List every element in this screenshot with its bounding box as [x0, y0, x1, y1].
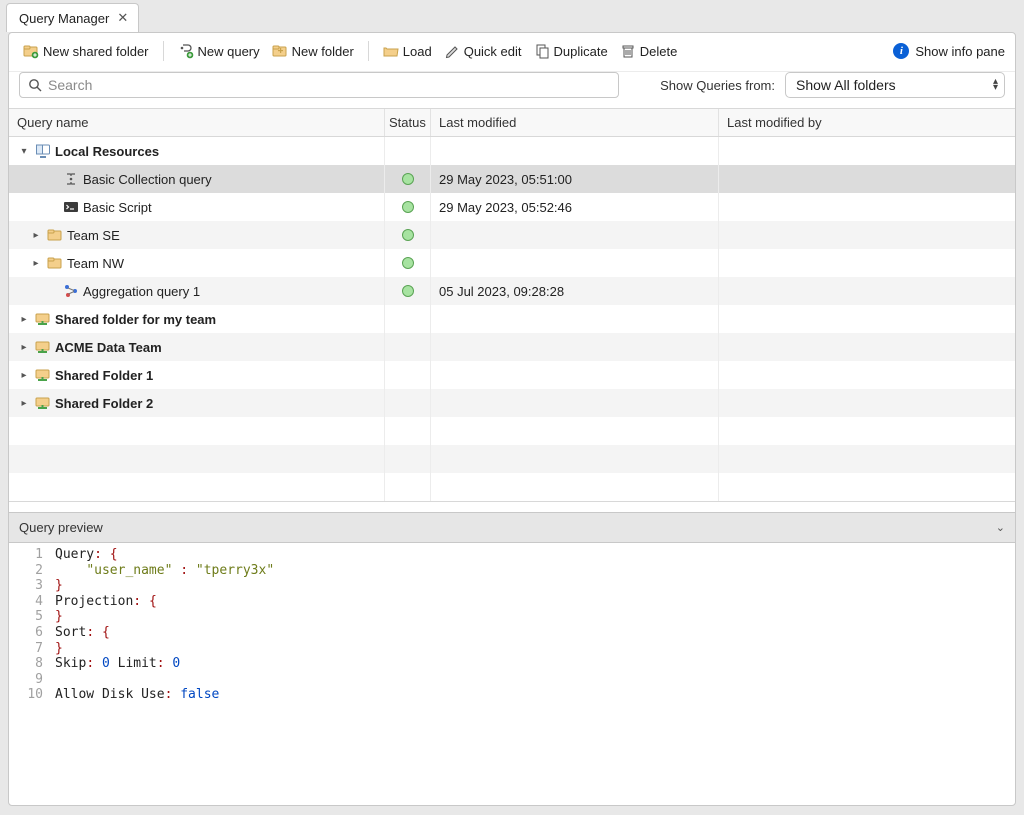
query-grid: Query name Status Last modified Last mod…: [9, 108, 1015, 502]
grid-body: ▾ Local Resources ▸ Ba: [9, 137, 1015, 501]
toolbar-label: New shared folder: [43, 44, 149, 59]
tab-title: Query Manager: [19, 11, 109, 26]
toolbar-label: Quick edit: [464, 44, 522, 59]
trash-icon: [620, 43, 636, 59]
folder-open-icon: [383, 43, 399, 59]
search-input[interactable]: [48, 77, 610, 93]
toolbar-label: Duplicate: [554, 44, 608, 59]
delete-button[interactable]: Delete: [616, 41, 682, 61]
table-row[interactable]: ▸ Team NW: [9, 249, 1015, 277]
chevron-right-icon[interactable]: ▸: [17, 314, 31, 325]
col-last-modified[interactable]: Last modified: [431, 109, 719, 136]
show-info-pane-button[interactable]: i Show info pane: [893, 43, 1005, 59]
duplicate-button[interactable]: Duplicate: [530, 41, 612, 61]
shared-folder-icon: [35, 311, 51, 327]
script-icon: [63, 199, 79, 215]
info-icon: i: [893, 43, 909, 59]
row-label: Team NW: [67, 256, 124, 271]
col-last-modified-by[interactable]: Last modified by: [719, 109, 1015, 136]
table-row[interactable]: ▸ Basic Script 29 May 2023, 05:52:46: [9, 193, 1015, 221]
caret-icon: ▴▾: [993, 79, 998, 91]
row-label: ACME Data Team: [55, 340, 162, 355]
folder-add-icon: [272, 43, 288, 59]
status-ok-icon: [402, 173, 414, 185]
new-folder-button[interactable]: New folder: [268, 41, 358, 61]
chevron-right-icon[interactable]: ▸: [29, 258, 43, 269]
toolbar-label: New query: [198, 44, 260, 59]
folder-icon: [47, 255, 63, 271]
query-add-icon: [178, 43, 194, 59]
toolbar-label: New folder: [292, 44, 354, 59]
row-label: Aggregation query 1: [83, 284, 200, 299]
col-status[interactable]: Status: [385, 109, 431, 136]
table-row: [9, 417, 1015, 445]
separator: [368, 41, 369, 61]
preview-body: 12345678910 Query: { "user_name" : "tper…: [9, 543, 1015, 761]
separator: [163, 41, 164, 61]
toolbar-label: Load: [403, 44, 432, 59]
new-shared-folder-button[interactable]: New shared folder: [19, 41, 153, 61]
table-row[interactable]: ▸ Aggregation query 1 05 Jul 2023, 09:28…: [9, 277, 1015, 305]
status-ok-icon: [402, 201, 414, 213]
chevron-down-icon[interactable]: ⌄: [996, 521, 1005, 534]
table-row[interactable]: ▾ Local Resources: [9, 137, 1015, 165]
row-last-modified: 29 May 2023, 05:52:46: [431, 193, 719, 221]
row-label: Team SE: [67, 228, 120, 243]
dropdown-value: Show All folders: [796, 77, 896, 93]
table-row[interactable]: ▸ Team SE: [9, 221, 1015, 249]
close-icon[interactable]: ✕: [117, 10, 128, 26]
table-row[interactable]: ▸ Shared folder for my team: [9, 305, 1015, 333]
row-label: Basic Script: [83, 200, 152, 215]
shared-folder-add-icon: [23, 43, 39, 59]
tab-query-manager[interactable]: Query Manager ✕: [6, 3, 139, 32]
preview-title: Query preview: [19, 520, 103, 535]
duplicate-icon: [534, 43, 550, 59]
table-row[interactable]: ▸ ACME Data Team: [9, 333, 1015, 361]
table-row: [9, 473, 1015, 501]
new-query-button[interactable]: New query: [174, 41, 264, 61]
col-query-name[interactable]: Query name: [9, 109, 385, 136]
shared-folder-icon: [35, 339, 51, 355]
chevron-down-icon[interactable]: ▾: [17, 146, 31, 157]
row-label: Shared folder for my team: [55, 312, 216, 327]
toolbar: New shared folder New query New folder: [9, 33, 1015, 72]
chevron-right-icon[interactable]: ▸: [29, 230, 43, 241]
chevron-right-icon[interactable]: ▸: [17, 342, 31, 353]
pencil-icon: [444, 43, 460, 59]
table-row[interactable]: ▸ Shared Folder 1: [9, 361, 1015, 389]
status-ok-icon: [402, 229, 414, 241]
shared-folder-icon: [35, 367, 51, 383]
row-last-modified: 29 May 2023, 05:51:00: [431, 165, 719, 193]
folders-dropdown[interactable]: Show All folders ▴▾: [785, 72, 1005, 98]
folder-icon: [47, 227, 63, 243]
grid-header: Query name Status Last modified Last mod…: [9, 109, 1015, 137]
shared-folder-icon: [35, 395, 51, 411]
table-row[interactable]: ▸ Basic Collection query 29 May 2023, 05…: [9, 165, 1015, 193]
preview-header[interactable]: Query preview ⌄: [9, 512, 1015, 543]
line-gutter: 12345678910: [9, 543, 49, 761]
row-label: Basic Collection query: [83, 172, 212, 187]
local-resources-icon: [35, 143, 51, 159]
status-ok-icon: [402, 257, 414, 269]
collection-query-icon: [63, 171, 79, 187]
main-panel: New shared folder New query New folder: [8, 32, 1016, 806]
load-button[interactable]: Load: [379, 41, 436, 61]
code-preview[interactable]: Query: { "user_name" : "tperry3x" } Proj…: [49, 543, 274, 761]
quick-edit-button[interactable]: Quick edit: [440, 41, 526, 61]
row-label: Local Resources: [55, 144, 159, 159]
chevron-right-icon[interactable]: ▸: [17, 370, 31, 381]
toolbar-label: Show info pane: [915, 44, 1005, 59]
chevron-right-icon[interactable]: ▸: [17, 398, 31, 409]
row-label: Shared Folder 2: [55, 396, 153, 411]
table-row: [9, 445, 1015, 473]
aggregation-icon: [63, 283, 79, 299]
row-label: Shared Folder 1: [55, 368, 153, 383]
toolbar-label: Delete: [640, 44, 678, 59]
row-last-modified: 05 Jul 2023, 09:28:28: [431, 277, 719, 305]
status-ok-icon: [402, 285, 414, 297]
filter-label: Show Queries from:: [660, 78, 775, 93]
table-row[interactable]: ▸ Shared Folder 2: [9, 389, 1015, 417]
search-box[interactable]: [19, 72, 619, 98]
search-icon: [28, 78, 42, 92]
